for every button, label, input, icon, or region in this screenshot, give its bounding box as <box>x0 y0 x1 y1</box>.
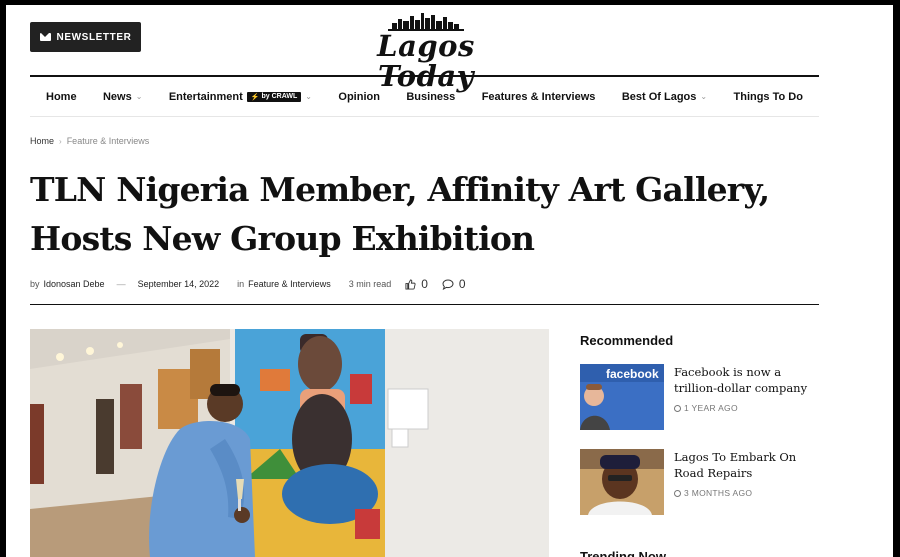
like-count: 0 <box>421 277 428 291</box>
nav-label: News <box>102 90 132 103</box>
recommended-item[interactable]: facebook Facebook is now a trillion-doll… <box>580 364 820 430</box>
clock-icon <box>674 404 681 412</box>
author-link[interactable]: Idonosan Debe <box>44 279 105 289</box>
nav-item-entertainment[interactable]: Entertainment ⚡ by CRAWL ⌄ <box>169 91 312 103</box>
newsletter-label: NEWSLETTER <box>56 31 132 43</box>
nav-item-news[interactable]: News ⌄ <box>103 91 142 103</box>
newsletter-button[interactable]: NEWSLETTER <box>30 22 141 52</box>
read-time: 3 min read <box>348 279 392 289</box>
thumbs-up-icon <box>405 278 416 290</box>
breadcrumb: Home › Feature & Interviews <box>30 136 149 146</box>
meta-rule <box>30 304 819 305</box>
crawl-badge: ⚡ by CRAWL <box>246 91 302 102</box>
site-logo[interactable]: Lagos Today <box>331 11 521 91</box>
badge-label: by CRAWL <box>261 93 298 100</box>
chevron-down-icon: ⌄ <box>305 92 312 101</box>
thumb-brand-text: facebook <box>606 367 659 381</box>
time-label: 1 YEAR AGO <box>684 403 738 413</box>
nav-label: Business <box>406 90 456 103</box>
lightning-icon: ⚡ <box>250 93 260 101</box>
clock-icon <box>674 489 681 497</box>
like-button[interactable]: 0 <box>405 277 428 291</box>
recommended-title[interactable]: Lagos To Embark On Road Repairs <box>674 449 816 481</box>
meta-separator: — <box>116 279 126 289</box>
nav-label: Entertainment <box>168 90 243 103</box>
trending-heading: Trending Now <box>580 549 666 557</box>
recommended-thumbnail[interactable]: facebook <box>580 364 664 430</box>
recommended-thumbnail[interactable] <box>580 449 664 515</box>
comment-count: 0 <box>458 277 466 291</box>
nav-item-things-to-do[interactable]: Things To Do <box>734 91 803 103</box>
recommended-title[interactable]: Facebook is now a trillion-dollar compan… <box>674 364 816 396</box>
nav-item-best-of-lagos[interactable]: Best Of Lagos ⌄ <box>622 91 707 103</box>
hero-image <box>30 329 549 557</box>
nav-label: Best Of Lagos <box>621 90 697 103</box>
nav-label: Things To Do <box>733 90 803 103</box>
time-label: 3 MONTHS AGO <box>684 488 753 498</box>
comment-icon <box>442 278 454 290</box>
main-nav: Home News ⌄ Entertainment ⚡ by CRAWL ⌄ O… <box>30 77 819 117</box>
article-meta: by Idonosan Debe — September 14, 2022 in… <box>30 277 819 291</box>
skyline-icon <box>388 13 464 31</box>
chevron-right-icon: › <box>59 136 62 146</box>
nav-label: Home <box>46 90 77 103</box>
gallery-photo-illustration <box>30 329 549 557</box>
nav-item-features-interviews[interactable]: Features & Interviews <box>482 91 596 103</box>
nav-label: Features & Interviews <box>481 90 596 103</box>
nav-label: Opinion <box>338 90 380 103</box>
article-title: TLN Nigeria Member, Affinity Art Gallery… <box>30 170 770 258</box>
breadcrumb-home-link[interactable]: Home <box>30 136 54 146</box>
by-label: by <box>30 279 40 289</box>
nav-item-home[interactable]: Home <box>46 91 77 103</box>
portrait-thumbnail-image <box>580 449 664 515</box>
recommended-time: 3 MONTHS AGO <box>674 488 752 498</box>
recommended-item[interactable]: Lagos To Embark On Road Repairs 3 MONTHS… <box>580 449 820 515</box>
envelope-icon <box>39 33 51 41</box>
comment-button[interactable]: 0 <box>442 277 466 291</box>
page: NEWSLETTER Lagos Today Home News ⌄ Enter… <box>6 5 893 557</box>
category-link[interactable]: Feature & Interviews <box>248 279 331 289</box>
recommended-heading: Recommended <box>580 333 674 348</box>
nav-item-business[interactable]: Business <box>406 91 455 103</box>
chevron-down-icon: ⌄ <box>135 92 143 101</box>
breadcrumb-current[interactable]: Feature & Interviews <box>67 136 150 146</box>
nav-item-opinion[interactable]: Opinion <box>338 91 380 103</box>
publish-date: September 14, 2022 <box>137 279 220 289</box>
chevron-down-icon: ⌄ <box>700 92 708 101</box>
in-label: in <box>237 279 245 289</box>
recommended-time: 1 YEAR AGO <box>674 403 738 413</box>
facebook-thumbnail-image: facebook <box>580 364 664 430</box>
